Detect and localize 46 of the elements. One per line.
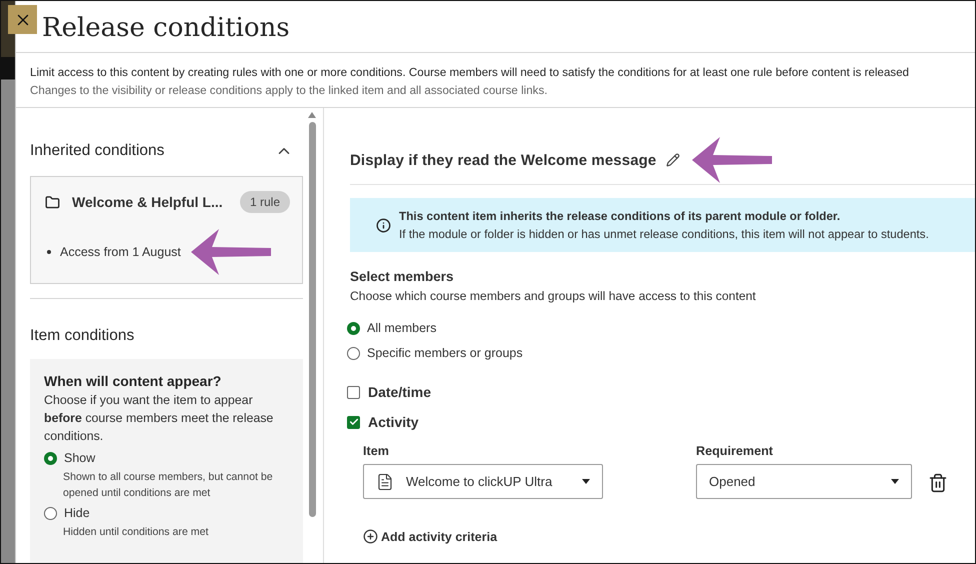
pencil-icon	[666, 153, 680, 167]
radio-label: Show	[64, 451, 96, 465]
radio-button[interactable]	[44, 452, 57, 464]
requirement-select[interactable]: Opened	[696, 464, 912, 499]
folder-title: Welcome & Helpful L...	[72, 194, 224, 210]
subsection-hint: Choose which course members and groups will have access to this content	[350, 289, 757, 303]
rule-title: Display if they read the Welcome message	[350, 152, 656, 168]
field-label: Item	[363, 444, 390, 458]
checkbox[interactable]	[347, 416, 360, 428]
radio-label: All members	[367, 321, 436, 335]
scrollbar-thumb[interactable]	[308, 122, 316, 517]
edit-button[interactable]	[666, 153, 680, 167]
subsection-heading: Select members	[350, 269, 455, 284]
close-button[interactable]	[8, 5, 37, 34]
folder-icon	[45, 194, 60, 210]
radio-button[interactable]	[347, 322, 360, 334]
description-text: Changes to the visibility or release conditions apply to the linked item and all associated course links.	[30, 83, 548, 99]
field-label: Requirement	[696, 444, 774, 458]
caret-icon	[582, 479, 590, 484]
section-heading: Item conditions	[30, 327, 136, 345]
section-heading: Inherited conditions	[30, 142, 164, 160]
item-select[interactable]: Welcome to clickUP Ultra	[363, 464, 603, 499]
checkbox-label: Activity	[368, 414, 419, 430]
condition-text: Access from 1 August	[60, 245, 181, 259]
document-icon	[376, 472, 394, 490]
checkbox[interactable]	[347, 386, 360, 398]
checkbox-label: Date/time	[368, 384, 432, 400]
notice-title: This content item inherits the release conditions of its parent module or folder.	[399, 208, 842, 225]
radio-button[interactable]	[347, 346, 360, 360]
radio-label: Specific members or groups	[367, 346, 523, 360]
info-icon	[376, 218, 391, 232]
help-text: Choose if you want the item to appear before course members meet the release conditions.	[44, 392, 274, 445]
radio-button[interactable]	[44, 506, 57, 520]
option-hint: Hidden until conditions are met	[63, 525, 210, 540]
caret-icon	[891, 479, 899, 484]
bullet	[47, 250, 51, 254]
rule-count-badge: 1 rule	[240, 191, 290, 213]
add-criteria-link[interactable]: Add activity criteria	[363, 529, 498, 544]
check-icon	[348, 417, 358, 427]
radio-label: Hide	[64, 506, 90, 520]
notice-text: If the module or folder is hidden or has unmet release conditions, this item will not appear to students.	[399, 226, 929, 243]
question-text: When will content appear?	[44, 373, 222, 389]
description-text: Limit access to this content by creating rules with one or more conditions. Course members will need to satisfy the conditions for at least one rule before content is released	[30, 65, 910, 81]
add-icon	[363, 529, 378, 544]
option-hint: Shown to all course members, but cannot be opened until conditions are met	[63, 470, 274, 501]
trash-icon	[928, 473, 948, 493]
